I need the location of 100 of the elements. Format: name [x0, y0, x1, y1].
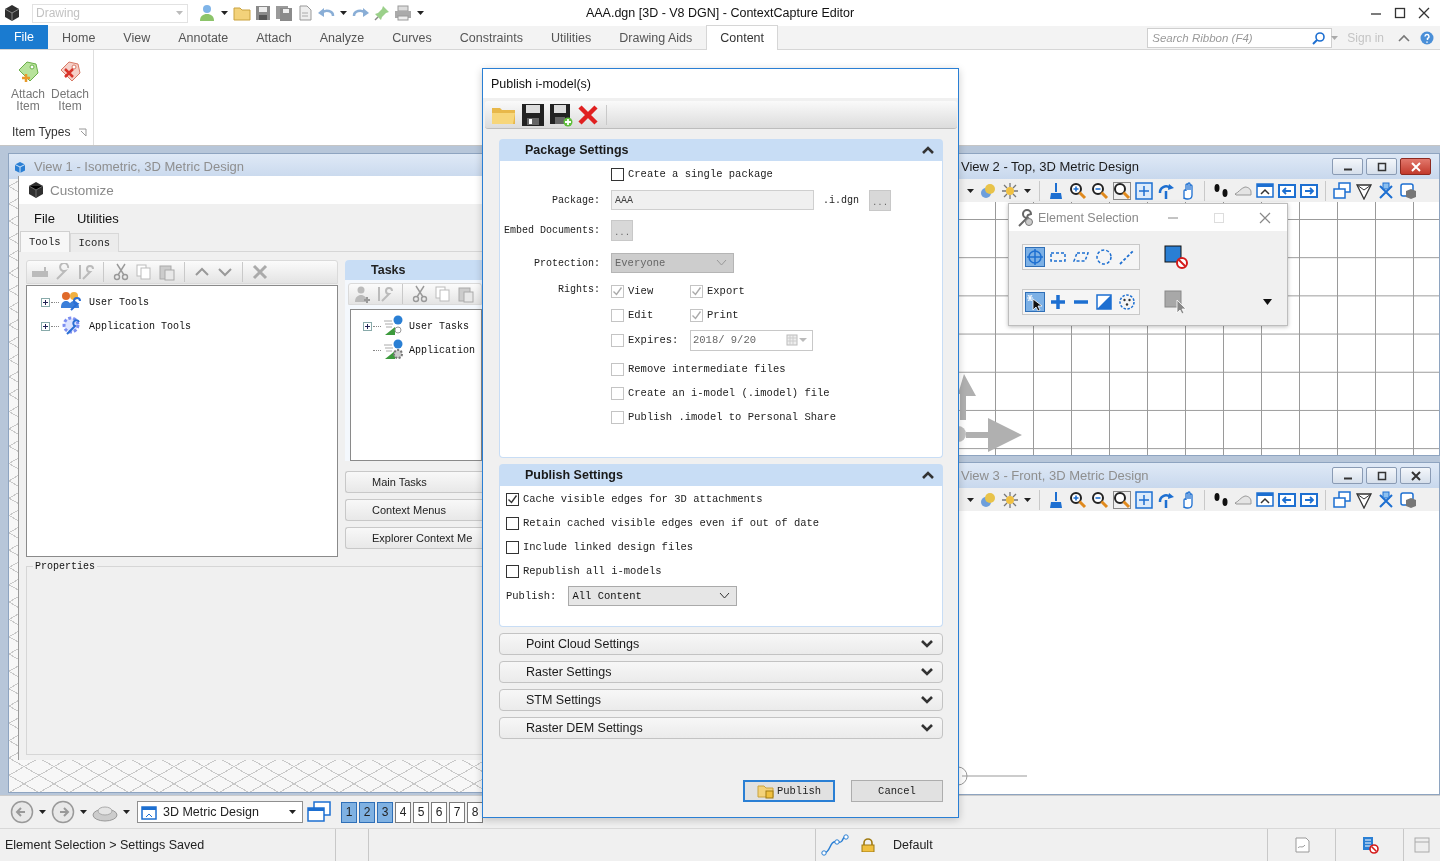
document-block-icon[interactable]	[1360, 836, 1379, 854]
delete-icon[interactable]	[577, 103, 599, 126]
save-plus-icon[interactable]	[549, 102, 573, 127]
dialog-button[interactable]: Publish	[743, 780, 835, 802]
document-icon[interactable]	[297, 5, 313, 21]
view-dropdown[interactable]: 3D Metric Design	[137, 801, 303, 823]
caret-icon[interactable]	[966, 186, 975, 195]
footprints-icon[interactable]	[1212, 490, 1230, 509]
brush-icon[interactable]	[1047, 181, 1065, 200]
maximize-button[interactable]	[1366, 158, 1397, 175]
select-all-icon[interactable]	[1164, 290, 1188, 314]
caret-icon[interactable]	[339, 9, 348, 17]
view-windows-icon[interactable]	[307, 801, 331, 823]
ribbon-tab[interactable]: Annotate	[164, 25, 243, 49]
browse-button[interactable]: ...	[869, 189, 891, 211]
section-header[interactable]: STM Settings	[499, 689, 943, 711]
zoom-out-icon[interactable]	[1091, 490, 1109, 509]
task-button[interactable]: Context Menus	[345, 499, 482, 521]
checkbox[interactable]	[611, 167, 624, 181]
maximize-button[interactable]	[1366, 467, 1397, 484]
caret-icon[interactable]	[966, 495, 975, 504]
ribbon-button[interactable]: Detach Item	[50, 58, 90, 120]
curve-icon[interactable]	[821, 834, 849, 856]
save-icon[interactable]	[521, 102, 545, 127]
view-number-button[interactable]: 5	[413, 801, 429, 823]
chevron-down-icon[interactable]	[921, 723, 933, 733]
section-header[interactable]: Raster DEM Settings	[499, 717, 943, 739]
ribbon-tab[interactable]: View	[109, 25, 165, 49]
chevron-up-icon[interactable]	[922, 470, 934, 480]
zoom-out-icon[interactable]	[1091, 181, 1109, 200]
file-button[interactable]: File	[0, 25, 48, 49]
ribbon-tab[interactable]: Constraints	[445, 25, 537, 49]
person-plus-icon[interactable]	[353, 285, 371, 303]
caret-icon[interactable]	[220, 9, 229, 17]
sun-icon[interactable]	[1001, 490, 1019, 509]
view-number-button[interactable]: 3	[377, 801, 393, 823]
scissors-icon[interactable]	[112, 263, 130, 281]
camera-view-icon[interactable]	[1256, 181, 1274, 200]
ribbon-tab[interactable]: Drawing Aids	[605, 25, 707, 49]
cube-icon[interactable]	[1399, 181, 1417, 200]
cube-icon[interactable]	[1399, 490, 1417, 509]
chevron-up-icon[interactable]	[1398, 32, 1410, 43]
brush-icon[interactable]	[1047, 490, 1065, 509]
footprints-icon[interactable]	[1212, 181, 1230, 200]
expand-toggle[interactable]	[41, 321, 50, 331]
view-number-button[interactable]: 7	[449, 801, 465, 823]
caret-icon[interactable]	[1023, 495, 1032, 504]
tab[interactable]: Icons	[69, 233, 120, 252]
publish-dropdown[interactable]: All Content	[568, 586, 738, 606]
view-number-button[interactable]: 2	[359, 801, 375, 823]
save-all-icon[interactable]	[275, 5, 293, 21]
close-button[interactable]	[1400, 158, 1431, 175]
tree-item[interactable]: Application	[409, 344, 475, 356]
save-icon[interactable]	[255, 5, 271, 21]
protection-dropdown[interactable]: Everyone	[611, 253, 734, 273]
axis-icon[interactable]	[1377, 181, 1395, 200]
tree-item[interactable]: User Tools	[89, 296, 149, 308]
copy-view-icon[interactable]	[1333, 490, 1351, 509]
caret-icon[interactable]	[38, 808, 47, 816]
caret-icon[interactable]	[1262, 298, 1273, 306]
ribbon-tab[interactable]: Attach	[242, 25, 306, 49]
rotate-icon[interactable]	[1157, 490, 1175, 509]
lock-icon[interactable]	[861, 838, 875, 852]
task-button[interactable]: Main Tasks	[345, 471, 482, 493]
help-icon[interactable]	[1420, 30, 1434, 45]
caret-icon[interactable]	[122, 808, 131, 816]
view-number-button[interactable]: 4	[395, 801, 411, 823]
tab[interactable]: Tools	[20, 231, 70, 252]
menu-item[interactable]: File	[34, 210, 55, 226]
ribbon-tab[interactable]: Home	[48, 25, 110, 49]
tree-item[interactable]: Application Tools	[89, 320, 192, 332]
ribbon-tab[interactable]: Curves	[378, 25, 446, 49]
dialog-button[interactable]: Cancel	[851, 780, 943, 802]
section-header[interactable]: Raster Settings	[499, 661, 943, 683]
search-field[interactable]: Search Ribbon (F4)	[1147, 27, 1333, 48]
zoom-window-icon[interactable]	[1113, 490, 1131, 509]
ribbon-tab[interactable]: Content	[706, 25, 779, 50]
checkbox[interactable]	[506, 564, 519, 578]
menu-item[interactable]: Utilities	[76, 210, 119, 226]
dialog-launcher-icon[interactable]	[78, 127, 87, 137]
previous-view-icon[interactable]	[1278, 181, 1296, 200]
clear-selection-icon[interactable]	[1164, 245, 1188, 269]
level-name[interactable]: Default	[893, 838, 933, 852]
zoom-window-icon[interactable]	[1113, 181, 1131, 200]
caret-icon[interactable]	[79, 808, 88, 816]
view-number-button[interactable]: 8	[467, 801, 483, 823]
checkbox[interactable]	[506, 516, 519, 530]
fit-view-icon[interactable]	[1135, 490, 1153, 509]
next-view-icon[interactable]	[1300, 490, 1318, 509]
axis-icon[interactable]	[1377, 490, 1395, 509]
fit-view-icon[interactable]	[1135, 181, 1153, 200]
section-header[interactable]: Publish Settings	[499, 464, 943, 486]
caret-icon[interactable]	[1023, 186, 1032, 195]
cone-icon[interactable]	[1355, 181, 1373, 200]
maximize-icon[interactable]	[1394, 7, 1406, 19]
checkbox[interactable]	[506, 540, 519, 554]
scissors-icon[interactable]	[411, 285, 429, 303]
expand-toggle[interactable]	[363, 321, 372, 331]
section-header[interactable]: Package Settings	[499, 139, 943, 161]
previous-view-icon[interactable]	[1278, 490, 1296, 509]
